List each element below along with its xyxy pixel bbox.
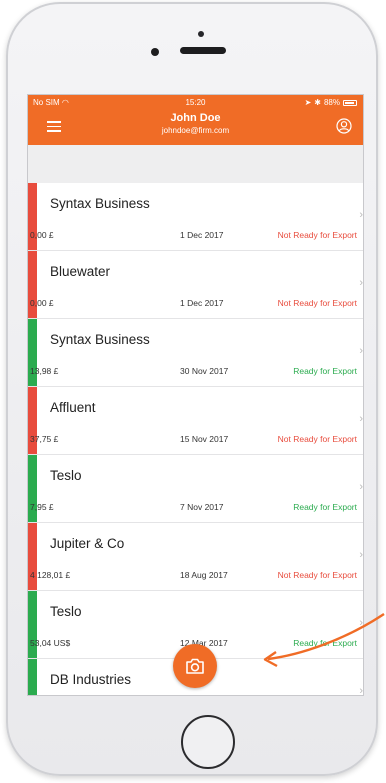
chevron-right-icon: › — [359, 617, 363, 629]
receipt-amount: 7,95 £ — [30, 502, 54, 512]
camera-button[interactable] — [173, 644, 217, 688]
app-screen: No SIM ◠ 15:20 ➤ ✱ 88% John Doe johndoe@… — [27, 94, 364, 696]
export-status: Not Ready for Export — [277, 434, 357, 444]
camera-icon — [186, 658, 204, 674]
app-header: No SIM ◠ 15:20 ➤ ✱ 88% John Doe johndoe@… — [28, 95, 363, 145]
vendor-name: DB Industries — [50, 672, 132, 687]
vendor-name: Teslo — [50, 604, 82, 619]
vendor-name: Teslo — [50, 468, 82, 483]
receipt-list: Syntax Business 0,00 £ 1 Dec 2017 Not Ready… — [28, 183, 363, 696]
front-camera — [198, 31, 204, 37]
bluetooth-icon: ✱ — [314, 98, 321, 107]
receipt-amount: 53,04 US$ — [30, 638, 71, 648]
user-email: johndoe@firm.com — [161, 126, 230, 135]
receipt-date: 7 Nov 2017 — [180, 502, 224, 512]
vendor-name: Bluewater — [50, 264, 111, 279]
chevron-right-icon: › — [359, 209, 363, 221]
chevron-right-icon: › — [359, 345, 363, 357]
status-right: ➤ ✱ 88% — [305, 98, 357, 107]
receipt-date: 15 Nov 2017 — [180, 434, 229, 444]
chevron-right-icon: › — [359, 685, 363, 696]
receipt-row[interactable]: Syntax Business 0,00 £ 1 Dec 2017 Not Ready… — [28, 183, 363, 251]
chevron-right-icon: › — [359, 549, 363, 561]
receipt-amount: 37,75 £ — [30, 434, 59, 444]
user-name: John Doe — [170, 112, 221, 124]
profile-icon[interactable] — [336, 118, 352, 134]
vendor-name: Affluent — [50, 400, 96, 415]
receipt-row[interactable]: Jupiter & Co 4 128,01 £ 18 Aug 2017 Not Rea… — [28, 523, 363, 591]
status-color-bar — [28, 659, 37, 695]
export-status: Not Ready for Export — [277, 230, 357, 240]
export-status: Ready for Export — [293, 502, 357, 512]
export-status: Ready for Export — [293, 638, 357, 648]
chevron-right-icon: › — [359, 413, 363, 425]
earpiece-speaker — [180, 47, 226, 54]
receipt-amount: 0,00 £ — [30, 230, 54, 240]
receipt-row[interactable]: Bluewater 0,00 £ 1 Dec 2017 Not Ready for E… — [28, 251, 363, 319]
location-icon: ➤ — [304, 98, 312, 107]
export-status: Not Ready for Export — [277, 570, 357, 580]
receipt-amount: 4 128,01 £ — [30, 570, 71, 580]
vendor-name: Jupiter & Co — [50, 536, 125, 551]
receipt-row[interactable]: Teslo 7,95 £ 7 Nov 2017 Ready for Export › — [28, 455, 363, 523]
receipt-date: 1 Dec 2017 — [180, 298, 224, 308]
receipt-row[interactable]: Affluent 37,75 £ 15 Nov 2017 Not Ready for … — [28, 387, 363, 455]
proximity-sensor — [151, 48, 159, 56]
home-button[interactable] — [181, 715, 235, 769]
chevron-right-icon: › — [359, 277, 363, 289]
battery-percent: 88% — [323, 98, 340, 107]
vendor-name: Syntax Business — [50, 196, 150, 211]
receipt-date: 18 Aug 2017 — [180, 570, 228, 580]
receipt-row[interactable]: Syntax Business 13,98 £ 30 Nov 2017 Ready f… — [28, 319, 363, 387]
receipt-date: 1 Dec 2017 — [180, 230, 224, 240]
receipt-date: 30 Nov 2017 — [180, 366, 229, 376]
battery-icon — [343, 99, 357, 106]
chevron-right-icon: › — [359, 481, 363, 493]
export-status: Ready for Export — [293, 366, 357, 376]
vendor-name: Syntax Business — [50, 332, 150, 347]
receipt-amount: 0,00 £ — [30, 298, 54, 308]
export-status: Not Ready for Export — [277, 298, 357, 308]
receipt-amount: 13,98 £ — [30, 366, 59, 376]
